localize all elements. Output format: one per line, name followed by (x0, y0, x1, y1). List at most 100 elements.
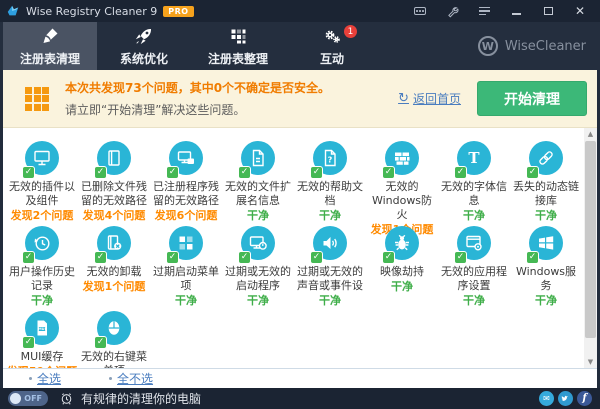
checkmark-icon[interactable]: ✓ (310, 166, 323, 179)
svg-text:MUI: MUI (38, 327, 46, 331)
item-status: 干净 (175, 294, 197, 307)
tab-label: 注册表清理 (20, 50, 80, 67)
notice-bar: 本次共发现73个问题，其中0个不确定是否安全。 请立即“开始清理”解决这些问题。… (3, 70, 597, 128)
checkmark-icon[interactable]: ✓ (310, 251, 323, 264)
email-icon[interactable]: ✉ (539, 391, 554, 406)
checkmark-icon[interactable]: ✓ (94, 166, 107, 179)
scan-item-2[interactable]: ✓已删除文件残留的无效路径发现4个问题 (78, 138, 150, 223)
settings-wrench-icon[interactable] (444, 4, 460, 18)
issues-grid-icon (25, 87, 49, 111)
scan-item-17[interactable]: MUI✓MUI缓存发现59个问题 (6, 308, 78, 368)
facebook-icon[interactable]: f (577, 391, 592, 406)
scroll-down-icon[interactable]: ▼ (584, 356, 597, 368)
item-label: 无效的帮助文档 (296, 180, 364, 208)
main-panel: 本次共发现73个问题，其中0个不确定是否安全。 请立即“开始清理”解决这些问题。… (3, 70, 597, 388)
item-status: 干净 (247, 209, 269, 222)
menu-icon[interactable] (476, 4, 492, 18)
item-status: 发现1个问题 (83, 280, 146, 293)
item-label: 已删除文件残留的无效路径 (80, 180, 148, 208)
tab-1[interactable]: 注册表清理 (3, 22, 97, 70)
app-logo-icon (6, 4, 20, 18)
checkmark-icon[interactable]: ✓ (526, 166, 539, 179)
item-label: 无效的Windows防火 (368, 180, 436, 222)
checkmark-icon[interactable]: ✓ (166, 251, 179, 264)
item-label: 无效的插件以及组件 (8, 180, 76, 208)
scan-results-area: ✓无效的插件以及组件发现2个问题✓已删除文件残留的无效路径发现4个问题✓已注册程… (3, 128, 597, 368)
checkmark-icon[interactable]: ✓ (94, 251, 107, 264)
item-status: 干净 (319, 209, 341, 222)
item-status: 干净 (463, 294, 485, 307)
scan-item-1[interactable]: ✓无效的插件以及组件发现2个问题 (6, 138, 78, 223)
item-status: 发现4个问题 (83, 209, 146, 222)
scan-item-15[interactable]: ✓无效的应用程序设置干净 (438, 223, 510, 308)
checkmark-icon[interactable]: ✓ (94, 336, 107, 349)
scan-item-3[interactable]: ✓已注册程序残留的无效路径发现6个问题 (150, 138, 222, 223)
scrollbar[interactable]: ▲ ▼ (584, 128, 597, 368)
status-message: 有规律的清理你的电脑 (81, 390, 201, 407)
back-home-link[interactable]: ↻ 返回首页 (398, 90, 461, 107)
scan-item-5[interactable]: ? ✓无效的帮助文档干净 (294, 138, 366, 223)
select-all-link[interactable]: 全选 (29, 370, 61, 387)
checkmark-icon[interactable]: ✓ (382, 251, 395, 264)
item-label: 无效的卸载 (80, 265, 148, 279)
checkmark-icon[interactable]: ✓ (166, 166, 179, 179)
scan-item-12[interactable]: ✓过期或无效的启动程序干净 (222, 223, 294, 308)
start-clean-button[interactable]: 开始清理 (477, 81, 587, 116)
scan-item-18[interactable]: ✓无效的右键菜单项 (78, 308, 150, 368)
scan-item-16[interactable]: ✓Windows服务干净 (510, 223, 582, 308)
schedule-toggle[interactable]: OFF (8, 391, 48, 406)
select-none-link[interactable]: 全不选 (109, 370, 153, 387)
brand: W WiseCleaner (478, 22, 600, 70)
maximize-button[interactable] (540, 4, 556, 18)
scan-item-6[interactable]: ✓无效的Windows防火发现1个问题 (366, 138, 438, 223)
scan-item-13[interactable]: ✓过期或无效的声音或事件设干净 (294, 223, 366, 308)
checkmark-icon[interactable]: ✓ (382, 166, 395, 179)
scan-item-4[interactable]: ✓无效的文件扩展名信息干净 (222, 138, 294, 223)
bullet-icon (29, 377, 32, 380)
wisecleaner-logo-icon: W (478, 36, 498, 56)
checkmark-icon[interactable]: ✓ (22, 336, 35, 349)
toggle-knob (10, 393, 21, 404)
selection-row: 全选 全不选 (3, 368, 597, 388)
item-label: MUI缓存 (8, 350, 76, 364)
scan-item-10[interactable]: ✓无效的卸载发现1个问题 (78, 223, 150, 308)
tab-3[interactable]: 注册表整理 (191, 22, 285, 70)
scan-item-11[interactable]: ✓过期启动菜单项干净 (150, 223, 222, 308)
window-title: Wise Registry Cleaner 9 (26, 5, 157, 18)
scan-item-9[interactable]: ✓用户操作历史记录干净 (6, 223, 78, 308)
tab-label: 注册表整理 (208, 50, 268, 67)
feedback-icon[interactable] (412, 4, 428, 18)
close-button[interactable]: ✕ (572, 4, 588, 18)
item-label: 无效的文件扩展名信息 (224, 180, 292, 208)
bullet-icon (109, 377, 112, 380)
minimize-button[interactable] (508, 4, 524, 18)
checkmark-icon[interactable]: ✓ (238, 166, 251, 179)
scrollbar-thumb[interactable] (585, 141, 596, 338)
issues-headline: 本次共发现73个问题，其中0个不确定是否安全。 (65, 79, 398, 96)
scroll-up-icon[interactable]: ▲ (584, 128, 597, 140)
item-label: 过期或无效的启动程序 (224, 265, 292, 293)
checkmark-icon[interactable]: ✓ (238, 251, 251, 264)
scan-item-8[interactable]: ✓丢失的动态链接库干净 (510, 138, 582, 223)
scan-item-7[interactable]: T✓无效的字体信息干净 (438, 138, 510, 223)
tab-label: 互动 (320, 50, 344, 67)
pro-badge: PRO (163, 6, 193, 17)
item-status: 干净 (463, 209, 485, 222)
item-status: 干净 (535, 294, 557, 307)
item-status: 干净 (31, 294, 53, 307)
item-label: 无效的应用程序设置 (440, 265, 508, 293)
svg-text:?: ? (328, 156, 333, 165)
checkmark-icon[interactable]: ✓ (22, 166, 35, 179)
checkmark-icon[interactable]: ✓ (454, 166, 467, 179)
item-status: 干净 (535, 209, 557, 222)
tab-4[interactable]: 互动1 (285, 22, 379, 70)
gears-icon (322, 25, 342, 47)
titlebar: Wise Registry Cleaner 9 PRO ✕ (0, 0, 600, 22)
tab-2[interactable]: 系统优化 (97, 22, 191, 70)
status-bar: OFF 有规律的清理你的电脑 ✉ f (0, 388, 600, 409)
scan-item-14[interactable]: ✓映像劫持干净 (366, 223, 438, 308)
checkmark-icon[interactable]: ✓ (22, 251, 35, 264)
checkmark-icon[interactable]: ✓ (454, 251, 467, 264)
checkmark-icon[interactable]: ✓ (526, 251, 539, 264)
twitter-icon[interactable] (558, 391, 573, 406)
